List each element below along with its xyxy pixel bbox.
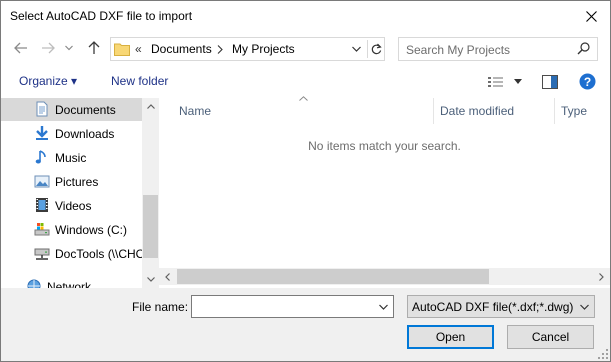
help-icon[interactable]: ? [579, 73, 596, 90]
open-button[interactable]: Open [407, 325, 494, 349]
chevron-right-icon[interactable] [217, 45, 223, 54]
sidebar-item-label: Documents [55, 103, 116, 117]
up-button[interactable] [84, 38, 104, 58]
sidebar-item-downloads[interactable]: Downloads [1, 122, 142, 145]
drive-icon [34, 223, 50, 236]
arrow-up-icon [88, 41, 100, 54]
dialog-title: Select AutoCAD DXF file to import [10, 9, 193, 23]
address-bar[interactable]: « Documents My Projects [110, 37, 385, 61]
documents-icon [36, 101, 48, 117]
resize-grip-icon[interactable] [598, 349, 608, 359]
navigation-row: « Documents My Projects Search My Projec… [1, 35, 610, 63]
sidebar-item-label: DocTools (\\CHO [55, 247, 146, 261]
sidebar-item-doctools[interactable]: DocTools (\\CHO [1, 242, 146, 265]
sidebar-scrollbar[interactable] [142, 98, 159, 288]
close-icon [585, 10, 597, 22]
chevron-down-icon [351, 46, 361, 52]
column-header-type[interactable]: Type [555, 98, 610, 124]
chevron-down-icon [579, 304, 589, 310]
search-box[interactable]: Search My Projects [398, 37, 598, 61]
recent-locations-button[interactable] [62, 38, 76, 58]
back-button[interactable] [11, 38, 31, 58]
dialog-footer: File name: AutoCAD DXF file(*.dxf;*.dwg)… [1, 288, 610, 361]
scroll-left-button[interactable] [159, 268, 176, 285]
breadcrumb-documents[interactable]: Documents [151, 42, 212, 56]
chevron-down-icon [146, 277, 155, 282]
sidebar-item-label: Network [47, 280, 92, 288]
network-icon [27, 279, 41, 288]
cancel-button[interactable]: Cancel [507, 325, 594, 349]
command-bar: Organize ▾ New folder ? [1, 67, 610, 97]
file-list-hscrollbar[interactable] [159, 268, 610, 285]
network-drive-icon [34, 248, 50, 260]
sidebar-scroll-thumb[interactable] [143, 195, 158, 258]
address-dropdown-button[interactable] [348, 41, 364, 57]
column-header-name[interactable]: Name [159, 98, 434, 124]
scroll-right-button[interactable] [593, 268, 610, 285]
sidebar-item-music[interactable]: Music [1, 146, 142, 169]
sidebar-item-label: Windows (C:) [55, 223, 128, 237]
search-icon[interactable] [577, 42, 590, 55]
title-bar: Select AutoCAD DXF file to import [1, 1, 610, 31]
breadcrumb-my-projects[interactable]: My Projects [232, 42, 295, 56]
sidebar-item-videos[interactable]: Videos [1, 194, 142, 217]
sidebar-item-label: Videos [55, 199, 92, 213]
chevron-down-icon [65, 45, 73, 51]
forward-button[interactable] [38, 38, 58, 58]
folder-icon [114, 43, 130, 56]
empty-message: No items match your search. [308, 139, 461, 153]
chevron-up-icon [146, 104, 155, 109]
file-name-label: File name: [132, 300, 189, 314]
sidebar-item-windows-c[interactable]: Windows (C:) [1, 218, 142, 241]
sidebar-item-documents[interactable]: Documents [1, 98, 142, 121]
videos-icon [36, 198, 48, 212]
downloads-icon [36, 126, 48, 140]
file-name-input[interactable] [191, 295, 394, 318]
sidebar-item-label: Downloads [55, 127, 115, 141]
view-options-chevron-icon[interactable] [514, 79, 522, 84]
chevron-right-icon [599, 272, 604, 281]
pictures-icon [34, 175, 50, 188]
arrow-left-icon [14, 42, 27, 54]
file-type-select[interactable]: AutoCAD DXF file(*.dxf;*.dwg) [407, 295, 595, 318]
preview-pane-icon[interactable] [542, 75, 558, 89]
refresh-button[interactable] [367, 40, 384, 58]
column-header-date-modified[interactable]: Date modified [434, 98, 554, 124]
new-folder-button[interactable]: New folder [111, 74, 168, 88]
close-button[interactable] [576, 1, 606, 31]
file-open-dialog: Select AutoCAD DXF file to import « Docu… [0, 0, 611, 362]
file-type-dropdown-button[interactable] [577, 299, 591, 315]
file-list[interactable]: Name Date modified Type No items match y… [159, 96, 610, 288]
sidebar-item-pictures[interactable]: Pictures [1, 170, 142, 193]
hscroll-thumb[interactable] [177, 269, 489, 284]
scroll-down-button[interactable] [142, 271, 159, 288]
view-details-icon[interactable] [488, 76, 504, 88]
chevron-left-icon [165, 272, 170, 281]
music-icon [35, 150, 46, 164]
sidebar-item-label: Music [55, 151, 87, 165]
svg-text:?: ? [584, 75, 591, 89]
breadcrumb-overflow[interactable]: « [135, 42, 142, 56]
organize-menu[interactable]: Organize ▾ [19, 74, 77, 88]
search-placeholder: Search My Projects [406, 43, 511, 57]
sidebar-item-label: Pictures [55, 175, 99, 189]
file-type-value: AutoCAD DXF file(*.dxf;*.dwg) [412, 300, 574, 314]
navigation-pane: Documents Downloads Music Pictures Video… [1, 98, 159, 288]
sidebar-item-network[interactable]: Network [1, 275, 134, 288]
refresh-icon [371, 43, 382, 55]
scroll-up-button[interactable] [142, 98, 159, 115]
arrow-right-icon [42, 42, 55, 54]
